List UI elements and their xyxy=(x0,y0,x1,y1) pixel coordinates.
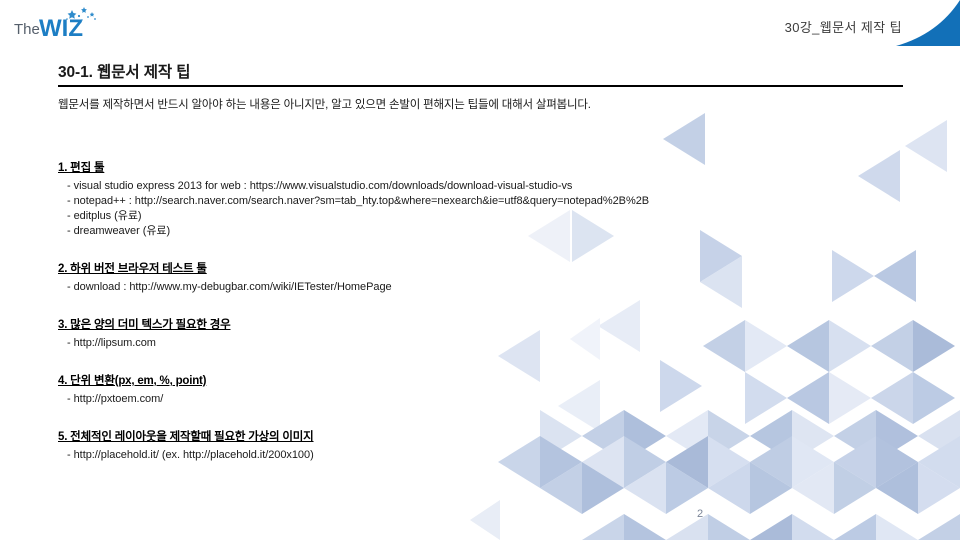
section-heading: 1. 편집 툴 xyxy=(58,162,105,174)
list-item[interactable]: - http://pxtoem.com/ xyxy=(67,392,818,407)
section-2: 2. 하위 버전 브라우저 테스트 툴 - download : http://… xyxy=(58,259,818,295)
header-title: 30강_웹문서 제작 팁 xyxy=(784,20,902,35)
list-item[interactable]: - visual studio express 2013 for web : h… xyxy=(67,179,818,194)
subtitle-text: 웹문서를 제작하면서 반드시 알아야 하는 내용은 아니지만, 알고 있으면 손… xyxy=(58,99,591,111)
thewiz-logo: The WIZ xyxy=(14,7,96,42)
logo-the-text: The xyxy=(14,21,40,38)
logo-wiz-text: WIZ xyxy=(39,15,83,42)
section-lines: - http://pxtoem.com/ xyxy=(58,392,818,407)
page-title: 30-1. 웹문서 제작 팁 xyxy=(58,64,191,81)
section-lines: - http://placehold.it/ (ex. http://place… xyxy=(58,448,818,463)
list-item[interactable]: - http://placehold.it/ (ex. http://place… xyxy=(67,448,818,463)
list-item: - dreamweaver (유료) xyxy=(67,225,171,237)
section-3: 3. 많은 양의 더미 텍스가 필요한 경우 - http://lipsum.c… xyxy=(58,315,818,351)
list-item[interactable]: - download : http://www.my-debugbar.com/… xyxy=(67,280,818,295)
section-heading: 2. 하위 버전 브라우저 테스트 툴 xyxy=(58,263,207,275)
title-divider xyxy=(58,85,903,87)
list-item[interactable]: - notepad++ : http://search.naver.com/se… xyxy=(67,194,818,209)
content-sections: 1. 편집 툴 - visual studio express 2013 for… xyxy=(58,158,818,483)
section-heading: 4. 단위 변환(px, em, %, point) xyxy=(58,375,207,387)
section-lines: - http://lipsum.com xyxy=(58,336,818,351)
section-5: 5. 전체적인 레이아웃을 제작할때 필요한 가상의 이미지 - http://… xyxy=(58,427,818,463)
section-heading: 3. 많은 양의 더미 텍스가 필요한 경우 xyxy=(58,319,231,331)
section-lines: - download : http://www.my-debugbar.com/… xyxy=(58,280,818,295)
section-heading: 5. 전체적인 레이아웃을 제작할때 필요한 가상의 이미지 xyxy=(58,431,314,443)
list-item[interactable]: - http://lipsum.com xyxy=(67,336,818,351)
slide-canvas: The WIZ 30강_웹문서 제작 팁 30-1. 웹문서 제작 팁 웹문서를… xyxy=(0,0,960,540)
section-lines: - visual studio express 2013 for web : h… xyxy=(58,179,818,239)
section-1: 1. 편집 툴 - visual studio express 2013 for… xyxy=(58,158,818,239)
title-block: 30-1. 웹문서 제작 팁 웹문서를 제작하면서 반드시 알아야 하는 내용은… xyxy=(58,60,903,112)
page-number: 2 xyxy=(697,508,704,520)
section-4: 4. 단위 변환(px, em, %, point) - http://pxto… xyxy=(58,371,818,407)
list-item: - editplus (유료) xyxy=(67,210,142,222)
